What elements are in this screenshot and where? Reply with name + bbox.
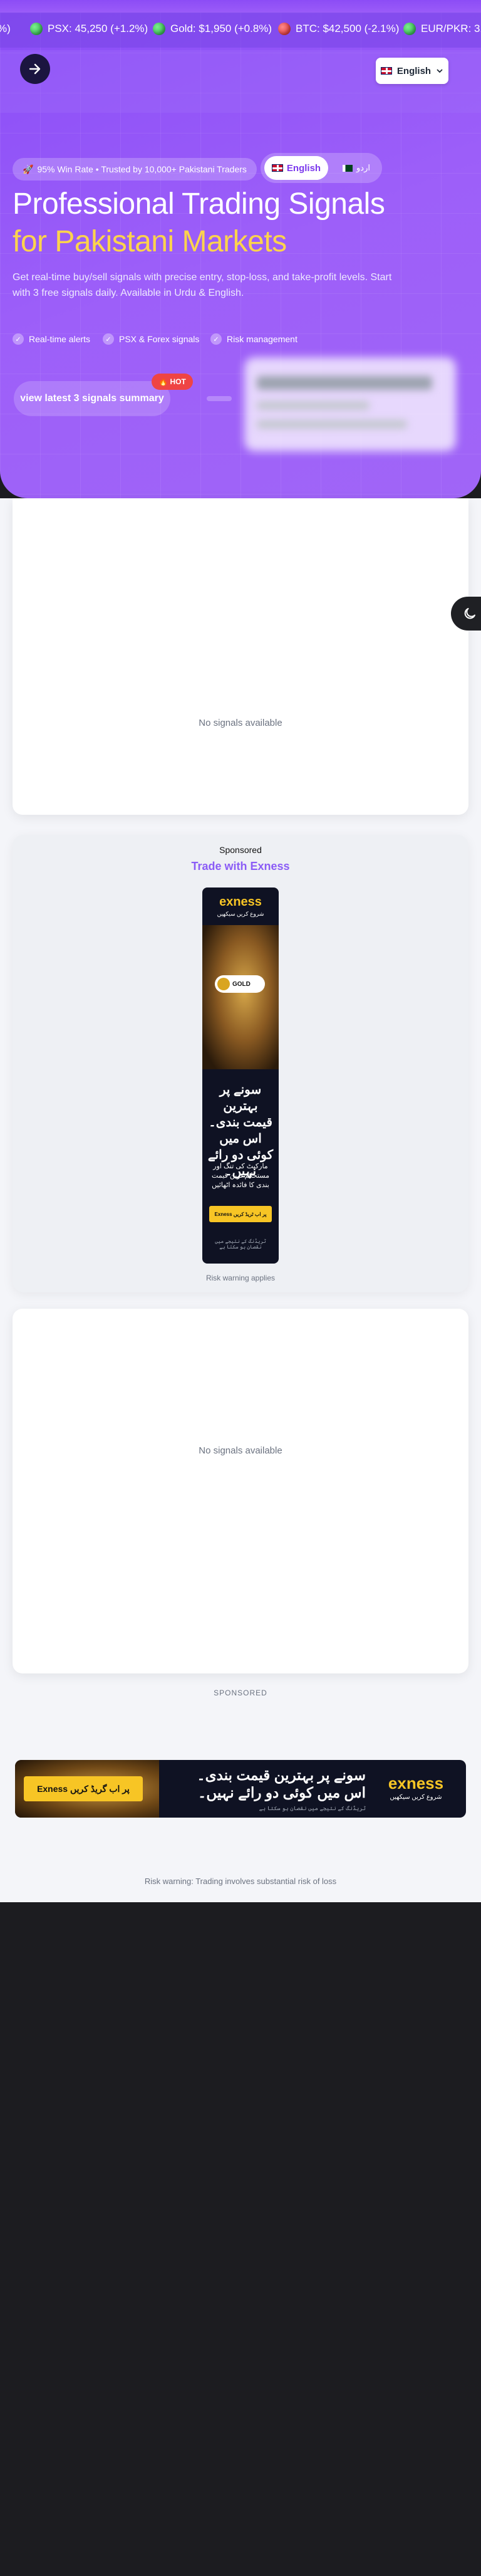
language-select-label: English bbox=[396, 65, 432, 76]
gold-chip: GOLD bbox=[215, 975, 265, 993]
blurred-line bbox=[257, 401, 370, 410]
feature-item: ✓ Risk management bbox=[210, 333, 297, 345]
trust-badge-text: 95% Win Rate • Trusted by 10,000+ Pakist… bbox=[37, 164, 247, 174]
gold-coin-icon bbox=[217, 978, 230, 990]
hero-title: Professional Trading Signals bbox=[13, 187, 385, 221]
banner-headline-2: اس میں کوئی دو رائے نہیں۔ bbox=[197, 1784, 366, 1801]
exness-logo: exness bbox=[219, 895, 262, 909]
exness-logo: exness bbox=[388, 1774, 444, 1793]
theme-toggle-button[interactable] bbox=[451, 597, 481, 631]
check-icon: ✓ bbox=[210, 333, 222, 345]
gold-chip-label: GOLD bbox=[232, 980, 251, 988]
empty-state-text: No signals available bbox=[199, 718, 282, 728]
language-option-urdu[interactable]: اردو bbox=[334, 156, 378, 180]
ticker-item-label: PSX: 45,250 (+1.2%) bbox=[48, 23, 148, 34]
exness-banner-ad[interactable]: پر اب گریڈ کریں Exness سونے پر بہترین قی… bbox=[15, 1760, 466, 1818]
ad-fine-print: ٹریڈنگ کے نتیجے میں نقصان ہو سکتا ہے bbox=[215, 1238, 266, 1250]
chevron-down-icon bbox=[437, 69, 443, 73]
ticker-item-label: EUR/PKR: 310. bbox=[421, 23, 481, 34]
ad-body: مارکیٹ کی تنگ اور مستحکم ترین قیمت بندی … bbox=[212, 1163, 269, 1189]
hero-subtitle: Get real-time buy/sell signals with prec… bbox=[13, 272, 392, 298]
banner-headline-1: سونے پر بہترین قیمت بندی۔ bbox=[197, 1767, 366, 1783]
feature-label: Risk management bbox=[227, 334, 297, 344]
signals-panel: No signals available bbox=[13, 498, 468, 815]
banner-tagline: شروع کریں سیکھیں bbox=[390, 1794, 442, 1801]
app-logo[interactable] bbox=[20, 54, 50, 84]
language-option-label: English bbox=[286, 162, 321, 174]
arrow-right-icon bbox=[29, 63, 41, 75]
ad-trade-button[interactable]: پر اب ٹریڈ کریں Exness bbox=[209, 1206, 272, 1222]
empty-state-text: No signals available bbox=[199, 1445, 282, 1456]
ticker-strip: %) PSX: 45,250 (+1.2%) Gold: $1,950 (+0.… bbox=[0, 13, 481, 48]
view-signals-button[interactable]: view latest 3 signals summary bbox=[14, 381, 170, 416]
ticker-item: BTC: $42,500 (-2.1%) bbox=[278, 23, 399, 35]
sponsored-label: Sponsored bbox=[219, 845, 262, 855]
ticker-item: PSX: 45,250 (+1.2%) bbox=[30, 23, 148, 35]
check-icon: ✓ bbox=[103, 333, 114, 345]
hero-section: 🚀 95% Win Rate • Trusted by 10,000+ Paki… bbox=[0, 13, 481, 498]
blurred-line bbox=[257, 376, 432, 390]
trust-badge: 🚀 95% Win Rate • Trusted by 10,000+ Paki… bbox=[13, 158, 257, 181]
hot-badge-label: HOT bbox=[170, 377, 186, 386]
language-option-label: اردو bbox=[356, 163, 370, 172]
language-select[interactable]: English bbox=[376, 58, 448, 84]
ticker-item-label: Gold: $1,950 (+0.8%) bbox=[170, 23, 272, 34]
uk-flag-icon bbox=[380, 67, 392, 75]
feature-label: Real-time alerts bbox=[29, 334, 91, 344]
risk-note: Risk warning applies bbox=[205, 1274, 276, 1282]
sponsored-caption: SPONSORED bbox=[214, 1689, 267, 1697]
gold-nugget-image bbox=[202, 925, 279, 1069]
moon-icon bbox=[464, 608, 475, 619]
pakistan-flag-icon bbox=[343, 164, 353, 172]
uk-flag-icon bbox=[271, 164, 283, 172]
blurred-line bbox=[257, 420, 407, 429]
ticker-item-label: %) bbox=[0, 23, 11, 34]
fire-icon: 🔥 bbox=[158, 377, 168, 386]
feature-item: ✓ Real-time alerts bbox=[13, 333, 90, 345]
signals-panel: No signals available bbox=[13, 1309, 468, 1673]
footer-risk-warning: Risk warning: Trading involves substanti… bbox=[144, 1877, 337, 1886]
ticker-item-label: BTC: $42,500 (-2.1%) bbox=[296, 23, 400, 34]
feature-item: ✓ PSX & Forex signals bbox=[103, 333, 199, 345]
banner-trade-button[interactable]: پر اب گریڈ کریں Exness bbox=[24, 1776, 143, 1801]
ad-tagline: شروع کریں سیکھیں bbox=[217, 911, 264, 917]
ticker-item: %) bbox=[0, 23, 11, 35]
ticker-item: Gold: $1,950 (+0.8%) bbox=[153, 23, 272, 35]
exness-vertical-ad[interactable]: exness شروع کریں سیکھیں GOLD سونے پر بہت… bbox=[202, 887, 279, 1264]
secondary-button-placeholder bbox=[207, 396, 232, 401]
green-dot-icon bbox=[153, 23, 165, 35]
green-dot-icon bbox=[30, 23, 43, 35]
language-option-english[interactable]: English bbox=[264, 156, 328, 180]
hero-title-highlight: for Pakistani Markets bbox=[13, 225, 287, 258]
sponsor-title[interactable]: Trade with Exness bbox=[13, 860, 468, 873]
rocket-icon: 🚀 bbox=[23, 164, 34, 174]
market-ticker bbox=[0, 0, 481, 13]
banner-fine-print: ٹریڈنگ کے نتیجے میں نقصان ہو سکتا ہے bbox=[259, 1805, 366, 1811]
language-toggle[interactable]: English اردو bbox=[261, 153, 382, 183]
red-dot-icon bbox=[278, 23, 291, 35]
ticker-item: EUR/PKR: 310. bbox=[403, 23, 481, 35]
hot-badge: 🔥 HOT bbox=[152, 374, 193, 390]
check-icon: ✓ bbox=[13, 333, 24, 345]
green-dot-icon bbox=[403, 23, 416, 35]
feature-label: PSX & Forex signals bbox=[119, 334, 200, 344]
